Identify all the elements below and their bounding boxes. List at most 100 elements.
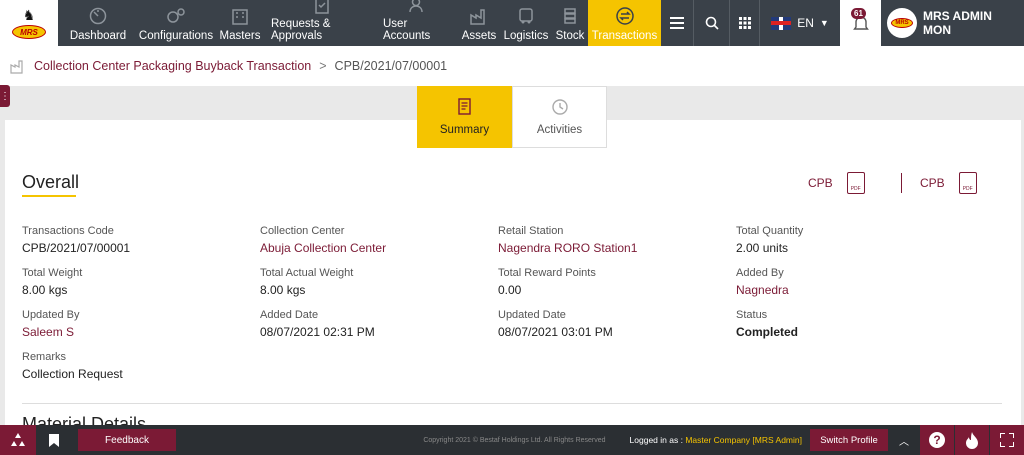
field-value: 8.00 kgs [260,283,306,297]
nav-assets[interactable]: Assets [458,0,500,46]
copyright-text: Copyright 2021 © Bestaf Holdings Ltd. Al… [423,436,606,444]
tab-label: Activities [536,124,583,136]
nav-requests-approvals[interactable]: Requests & Approvals [266,0,378,46]
nav-stock[interactable]: Stock [552,0,588,46]
field-label: Transactions Code [22,225,114,237]
collection-center-link[interactable]: Abuja Collection Center [260,240,498,257]
view-tabs: Summary Activities [417,86,607,148]
field-label: Updated By [22,309,80,321]
nav-configurations[interactable]: Configurations [138,0,214,46]
section-title-overall: Overall [22,172,80,192]
nav-label: Assets [461,30,497,42]
tab-label: Summary [439,124,490,136]
apps-grid-button[interactable] [729,0,759,46]
nav-masters[interactable]: Masters [214,0,266,46]
field-value: 2.00 units [736,241,789,255]
field-total-actual-weight: Total Actual Weight 8.00 kgs [260,266,498,302]
status-value: Completed [736,325,799,339]
breadcrumb: Collection Center Packaging Buyback Tran… [0,46,1024,86]
activities-clock-icon [551,99,568,115]
divider [901,173,902,193]
updated-by-link[interactable]: Saleem S [22,324,260,341]
field-total-weight: Total Weight 8.00 kgs [22,266,260,302]
hot-actions-button[interactable] [955,425,989,455]
svg-text:?: ? [933,433,940,447]
breadcrumb-parent-link[interactable]: Collection Center Packaging Buyback Tran… [34,59,311,73]
tab-activities[interactable]: Activities [512,86,607,148]
summary-icon [457,98,471,115]
logged-in-value: Master Company [MRS Admin] [685,435,802,445]
download-label: CPB [808,176,833,190]
nav-transactions[interactable]: Transactions [588,0,661,46]
hamburger-icon [670,17,684,29]
field-label: Updated Date [498,309,566,321]
pdf-download-icon[interactable] [846,172,865,194]
nav-label: User Accounts [383,18,431,42]
download-group-2: CPB [920,172,977,194]
top-navbar: ♞ MRS Dashboard Configurations Masters R… [0,0,1024,46]
logged-in-info: Logged in as : Master Company [MRS Admin… [630,435,802,445]
download-label: CPB [920,176,945,190]
field-label: Total Actual Weight [260,267,354,279]
stack-icon [560,6,580,26]
help-button[interactable]: ? [920,425,954,455]
gears-icon [166,6,186,26]
breadcrumb-separator: > [319,59,327,73]
nav-user-accounts[interactable]: User Accounts [378,0,458,46]
truck-icon [516,6,536,26]
overall-fields-grid: Transactions Code CPB/2021/07/00001 Colle… [22,224,982,386]
notifications-button[interactable]: 61 [840,0,881,46]
nav-label: Masters [219,30,261,42]
users-icon [408,0,428,14]
field-value: CPB/2021/07/00001 [22,241,131,255]
hamburger-menu-button[interactable] [661,0,693,46]
user-profile-menu[interactable]: MRS MRS ADMIN MON [881,0,992,46]
nav-label: Stock [555,30,585,42]
feedback-button[interactable]: Feedback [78,429,176,451]
field-label: Added By [736,267,784,279]
added-by-link[interactable]: Nagnedra [736,282,974,299]
switch-profile-button[interactable]: Switch Profile [810,429,888,451]
nav-label: Transactions [591,30,658,42]
avatar-logo: MRS [891,18,913,28]
breadcrumb-current: CPB/2021/07/00001 [334,59,448,73]
language-selector[interactable]: EN ▼ [759,0,840,46]
pdf-download-icon[interactable] [958,172,977,194]
uk-flag-icon [771,16,792,30]
field-label: Retail Station [498,225,564,237]
search-button[interactable] [693,0,729,46]
field-label: Total Reward Points [498,267,596,279]
retail-station-link[interactable]: Nagendra RORO Station1 [498,240,736,257]
field-total-reward-points: Total Reward Points 0.00 [498,266,736,302]
chevron-up-icon[interactable]: ︿ [894,433,914,448]
field-value: Collection Request [22,367,123,381]
field-transactions-code: Transactions Code CPB/2021/07/00001 [22,224,260,260]
bookmark-button[interactable] [36,425,72,455]
field-status: Status Completed [736,308,974,344]
fullscreen-button[interactable] [990,425,1024,455]
field-value: 08/07/2021 03:01 PM [498,325,613,339]
field-value: 0.00 [498,283,522,297]
language-label: EN [797,16,814,30]
recycle-button[interactable] [0,425,36,455]
tab-summary[interactable]: Summary [417,86,512,148]
fullscreen-icon [1000,433,1014,447]
field-label: Collection Center [260,225,345,237]
building-icon [230,6,250,26]
logged-in-label: Logged in as : [629,435,683,445]
nav-label: Logistics [503,30,549,42]
field-updated-by: Updated By Saleem S [22,308,260,344]
field-added-by: Added By Nagnedra [736,266,974,302]
factory-icon [469,6,489,26]
notification-badge: 61 [851,8,866,19]
help-icon: ? [929,432,945,448]
user-subtitle: MON [923,23,951,37]
nav-logistics[interactable]: Logistics [500,0,552,46]
search-icon [705,16,719,30]
recycle-icon [11,433,25,446]
title-underline [22,195,76,197]
nav-dashboard[interactable]: Dashboard [58,0,138,46]
side-drawer-toggle[interactable]: ⋮ [0,85,10,107]
company-logo[interactable]: ♞ MRS [0,0,58,46]
footer-bar: Feedback Copyright 2021 © Bestaf Holding… [0,425,1024,455]
